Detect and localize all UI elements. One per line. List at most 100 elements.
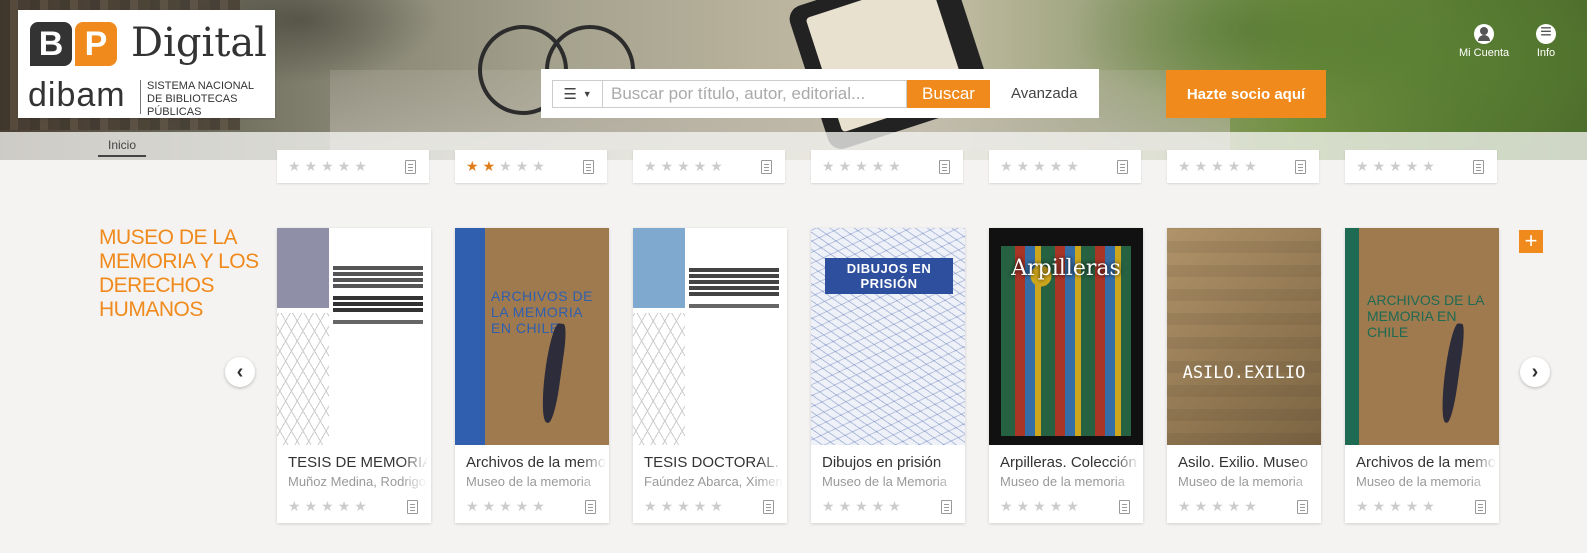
star-icon[interactable]: ★ (1050, 158, 1063, 175)
book-card-partial[interactable]: ★ ★ ★ ★ ★ (455, 150, 607, 183)
book-cover[interactable]: DIBUJOS EN PRISIÓN (811, 228, 965, 445)
star-icon[interactable]: ★ (466, 498, 479, 515)
star-icon[interactable]: ★ (1050, 498, 1063, 515)
book-author[interactable]: Museo de la memoria (1178, 474, 1318, 489)
star-rating[interactable]: ★ ★ ★ ★ ★ (1178, 158, 1257, 175)
star-icon[interactable]: ★ (338, 498, 351, 515)
star-icon[interactable]: ★ (1244, 498, 1257, 515)
star-icon[interactable]: ★ (1195, 158, 1208, 175)
star-icon[interactable]: ★ (305, 158, 318, 175)
book-title[interactable]: TESIS DOCTORAL. (644, 454, 784, 471)
star-icon[interactable]: ★ (872, 158, 885, 175)
search-button[interactable]: Buscar (907, 80, 990, 108)
star-icon[interactable]: ★ (1211, 498, 1224, 515)
star-icon[interactable]: ★ (1406, 158, 1419, 175)
star-icon[interactable]: ★ (710, 158, 723, 175)
star-rating[interactable]: ★ ★ ★ ★ ★ (1178, 498, 1257, 515)
star-icon[interactable]: ★ (483, 158, 496, 175)
star-icon[interactable]: ★ (1406, 498, 1419, 515)
book-cover[interactable]: ARCHIVOS DE LA MEMORIA EN CHILE (1345, 228, 1499, 445)
star-icon[interactable]: ★ (661, 498, 674, 515)
advanced-search-link[interactable]: Avanzada (1011, 85, 1077, 102)
site-logo[interactable]: B P Digital dibam SISTEMA NACIONAL DE BI… (18, 10, 275, 118)
star-icon[interactable]: ★ (888, 158, 901, 175)
book-card-partial[interactable]: ★ ★ ★ ★ ★ (277, 150, 429, 183)
star-icon[interactable]: ★ (338, 158, 351, 175)
star-icon[interactable]: ★ (855, 158, 868, 175)
star-icon[interactable]: ★ (888, 498, 901, 515)
membership-cta-button[interactable]: Hazte socio aquí (1166, 70, 1326, 118)
star-icon[interactable]: ★ (1244, 158, 1257, 175)
star-icon[interactable]: ★ (677, 158, 690, 175)
star-icon[interactable]: ★ (499, 498, 512, 515)
star-icon[interactable]: ★ (822, 498, 835, 515)
star-icon[interactable]: ★ (499, 158, 512, 175)
search-input[interactable] (602, 80, 907, 108)
book-cover[interactable] (277, 228, 431, 445)
book-card[interactable]: Arpilleras Arpilleras. Colección Museo d… (989, 228, 1143, 523)
book-author[interactable]: Museo de la memoria (466, 474, 606, 489)
breadcrumb-home[interactable]: Inicio (98, 138, 147, 157)
book-card-partial[interactable]: ★ ★ ★ ★ ★ (1345, 150, 1497, 183)
my-account-link[interactable]: Mi Cuenta (1459, 24, 1509, 59)
book-card-partial[interactable]: ★ ★ ★ ★ ★ (989, 150, 1141, 183)
star-icon[interactable]: ★ (321, 498, 334, 515)
star-rating[interactable]: ★ ★ ★ ★ ★ (644, 498, 723, 515)
book-card[interactable]: DIBUJOS EN PRISIÓN Dibujos en prisión Mu… (811, 228, 965, 523)
star-icon[interactable]: ★ (1178, 498, 1191, 515)
star-rating[interactable]: ★ ★ ★ ★ ★ (1356, 158, 1435, 175)
star-icon[interactable]: ★ (872, 498, 885, 515)
star-icon[interactable]: ★ (483, 498, 496, 515)
star-icon[interactable]: ★ (1033, 158, 1046, 175)
book-title[interactable]: Archivos de la memoria (1356, 454, 1496, 471)
search-filter-dropdown[interactable]: ☰ ▼ (552, 80, 602, 108)
star-icon[interactable]: ★ (466, 158, 479, 175)
book-author[interactable]: Faúndez Abarca, Ximena (644, 474, 784, 489)
info-menu-link[interactable]: Info (1536, 21, 1556, 59)
star-icon[interactable]: ★ (288, 158, 301, 175)
book-card[interactable]: ARCHIVOS DE LA MEMORIA EN CHILE Archivos… (455, 228, 609, 523)
star-icon[interactable]: ★ (694, 498, 707, 515)
star-icon[interactable]: ★ (1211, 158, 1224, 175)
star-icon[interactable]: ★ (677, 498, 690, 515)
star-icon[interactable]: ★ (694, 158, 707, 175)
star-icon[interactable]: ★ (305, 498, 318, 515)
star-icon[interactable]: ★ (1017, 498, 1030, 515)
star-icon[interactable]: ★ (1389, 158, 1402, 175)
star-icon[interactable]: ★ (1000, 498, 1013, 515)
star-icon[interactable]: ★ (1422, 498, 1435, 515)
star-icon[interactable]: ★ (1356, 498, 1369, 515)
book-card-partial[interactable]: ★ ★ ★ ★ ★ (811, 150, 963, 183)
book-cover[interactable]: ARCHIVOS DE LA MEMORIA EN CHILE (455, 228, 609, 445)
star-icon[interactable]: ★ (1356, 158, 1369, 175)
star-rating[interactable]: ★ ★ ★ ★ ★ (1356, 498, 1435, 515)
book-card-partial[interactable]: ★ ★ ★ ★ ★ (633, 150, 785, 183)
star-rating[interactable]: ★ ★ ★ ★ ★ (288, 158, 367, 175)
book-cover[interactable] (633, 228, 787, 445)
star-icon[interactable]: ★ (1422, 158, 1435, 175)
star-icon[interactable]: ★ (1033, 498, 1046, 515)
book-author[interactable]: Museo de la Memoria (822, 474, 962, 489)
book-author[interactable]: Museo de la memoria (1000, 474, 1140, 489)
book-card[interactable]: ASILO.EXILIO Asilo. Exilio. Museo Museo … (1167, 228, 1321, 523)
star-icon[interactable]: ★ (644, 498, 657, 515)
star-icon[interactable]: ★ (1389, 498, 1402, 515)
star-icon[interactable]: ★ (532, 158, 545, 175)
star-rating[interactable]: ★ ★ ★ ★ ★ (1000, 498, 1079, 515)
star-icon[interactable]: ★ (532, 498, 545, 515)
star-icon[interactable]: ★ (516, 158, 529, 175)
star-rating[interactable]: ★ ★ ★ ★ ★ (822, 158, 901, 175)
book-card-partial[interactable]: ★ ★ ★ ★ ★ (1167, 150, 1319, 183)
star-icon[interactable]: ★ (1373, 158, 1386, 175)
carousel-next-button[interactable]: › (1520, 357, 1550, 387)
book-title[interactable]: TESIS DE MEMORIA (288, 454, 428, 471)
book-title[interactable]: Asilo. Exilio. Museo (1178, 454, 1318, 471)
star-icon[interactable]: ★ (839, 498, 852, 515)
book-title[interactable]: Arpilleras. Colección (1000, 454, 1140, 471)
star-icon[interactable]: ★ (288, 498, 301, 515)
star-icon[interactable]: ★ (354, 158, 367, 175)
book-cover[interactable]: Arpilleras (989, 228, 1143, 445)
star-icon[interactable]: ★ (1066, 498, 1079, 515)
star-rating[interactable]: ★ ★ ★ ★ ★ (466, 498, 545, 515)
star-rating[interactable]: ★ ★ ★ ★ ★ (466, 158, 545, 175)
